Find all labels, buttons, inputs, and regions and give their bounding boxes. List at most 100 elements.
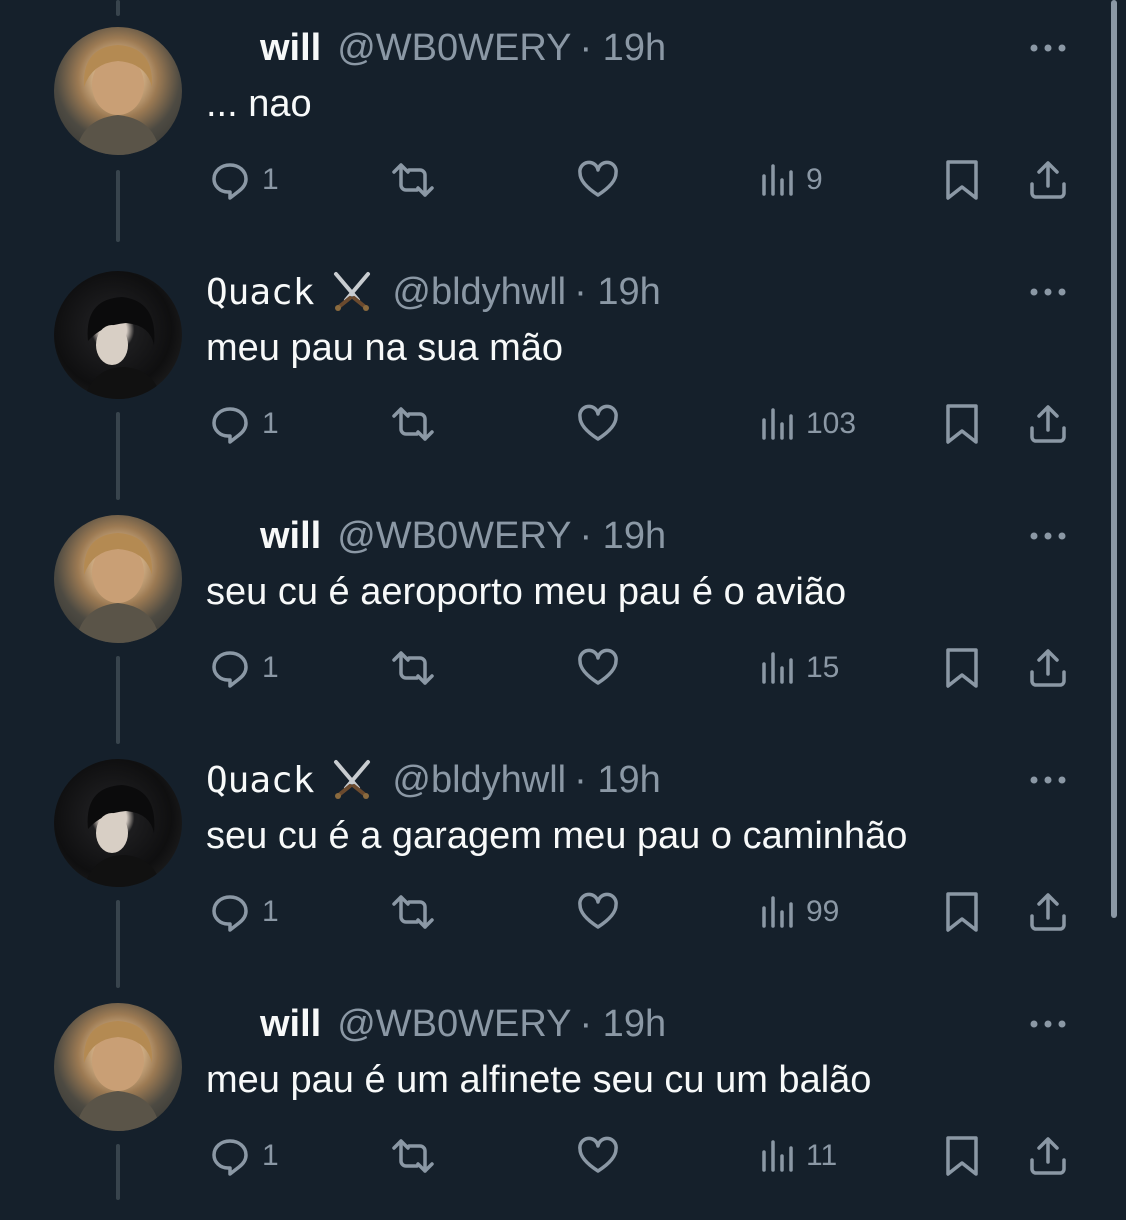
reply-count: 1 xyxy=(262,407,279,440)
like-button[interactable] xyxy=(574,638,622,698)
tweet[interactable]: will @WB0WERY · 19h meu pau é um alfinet… xyxy=(0,976,1100,1220)
bookmark-button[interactable] xyxy=(940,638,984,698)
repost-button[interactable] xyxy=(388,1126,438,1186)
user-handle[interactable]: @WB0WERY xyxy=(337,1003,571,1046)
repost-button[interactable] xyxy=(388,638,438,698)
more-options-icon[interactable] xyxy=(1028,526,1068,546)
reply-button[interactable]: 1 xyxy=(206,1126,279,1186)
tweet[interactable]: Quack @bldyhwll · 19h seu cu é a garagem… xyxy=(0,732,1100,976)
user-avatar[interactable] xyxy=(54,271,182,399)
share-icon xyxy=(1030,161,1066,199)
reply-count: 1 xyxy=(262,163,279,196)
share-icon xyxy=(1030,405,1066,443)
scrollbar[interactable] xyxy=(1111,0,1117,918)
tweet-actions: 1 99 xyxy=(0,882,1100,942)
reply-count: 1 xyxy=(262,895,279,928)
like-button[interactable] xyxy=(574,1126,622,1186)
bookmark-button[interactable] xyxy=(940,1126,984,1186)
reply-button[interactable]: 1 xyxy=(206,150,279,210)
bookmark-button[interactable] xyxy=(940,882,984,942)
user-avatar[interactable] xyxy=(54,1003,182,1131)
tweet-actions: 1 9 xyxy=(0,150,1100,210)
timestamp[interactable]: · 19h xyxy=(574,759,661,802)
crossed-swords-icon xyxy=(334,272,371,311)
tweet-actions: 1 15 xyxy=(0,638,1100,698)
analytics-icon xyxy=(762,1140,793,1172)
reply-button[interactable]: 1 xyxy=(206,394,279,454)
views-button[interactable]: 99 xyxy=(758,882,839,942)
view-count: 103 xyxy=(806,407,857,440)
user-avatar[interactable] xyxy=(54,27,182,155)
bookmark-icon xyxy=(946,1136,978,1176)
display-name[interactable]: Quack xyxy=(206,760,314,801)
repost-button[interactable] xyxy=(388,882,438,942)
more-options-icon[interactable] xyxy=(1028,1014,1068,1034)
bookmark-button[interactable] xyxy=(940,150,984,210)
user-handle[interactable]: @bldyhwll xyxy=(392,271,566,314)
heart-icon xyxy=(578,648,618,685)
reply-icon xyxy=(212,651,248,688)
view-count: 15 xyxy=(806,651,840,684)
bookmark-icon xyxy=(946,892,978,932)
views-button[interactable]: 15 xyxy=(758,638,839,698)
share-icon xyxy=(1030,1137,1066,1175)
tweet-text: meu pau na sua mão xyxy=(206,327,564,369)
crossed-swords-icon xyxy=(334,760,371,799)
display-name[interactable]: Quack xyxy=(206,272,314,313)
display-name[interactable]: will xyxy=(260,515,321,558)
share-button[interactable] xyxy=(1024,394,1072,454)
timestamp[interactable]: · 19h xyxy=(579,515,666,558)
repost-icon xyxy=(392,895,434,929)
repost-icon xyxy=(392,651,434,685)
share-icon xyxy=(1030,893,1066,931)
repost-button[interactable] xyxy=(388,150,438,210)
reply-button[interactable]: 1 xyxy=(206,882,279,942)
user-handle[interactable]: @WB0WERY xyxy=(337,27,571,70)
more-options-icon[interactable] xyxy=(1028,38,1068,58)
bookmark-icon xyxy=(946,648,978,688)
timestamp[interactable]: · 19h xyxy=(579,27,666,70)
analytics-icon xyxy=(762,652,793,684)
user-avatar[interactable] xyxy=(54,515,182,643)
user-avatar[interactable] xyxy=(54,759,182,887)
view-count: 11 xyxy=(806,1139,838,1172)
share-button[interactable] xyxy=(1024,150,1072,210)
tweet[interactable]: will @WB0WERY · 19h seu cu é aeroporto m… xyxy=(0,488,1100,732)
more-options-icon[interactable] xyxy=(1028,770,1068,790)
bookmark-icon xyxy=(946,404,978,444)
like-button[interactable] xyxy=(574,394,622,454)
user-handle[interactable]: @bldyhwll xyxy=(392,759,566,802)
view-count: 9 xyxy=(806,163,823,196)
analytics-icon xyxy=(762,164,793,196)
display-name[interactable]: will xyxy=(260,27,321,70)
share-button[interactable] xyxy=(1024,882,1072,942)
bookmark-button[interactable] xyxy=(940,394,984,454)
like-button[interactable] xyxy=(574,882,622,942)
timestamp[interactable]: · 19h xyxy=(574,271,661,314)
heart-icon xyxy=(578,404,618,441)
tweet[interactable]: will @WB0WERY · 19h ... nao 1 9 xyxy=(0,0,1100,244)
reply-icon xyxy=(212,163,248,200)
more-options-icon[interactable] xyxy=(1028,282,1068,302)
heart-icon xyxy=(578,892,618,929)
tweet[interactable]: Quack @bldyhwll · 19h meu pau na sua mão… xyxy=(0,244,1100,488)
heart-icon xyxy=(578,160,618,197)
views-button[interactable]: 11 xyxy=(758,1126,837,1186)
repost-button[interactable] xyxy=(388,394,438,454)
repost-icon xyxy=(392,163,434,197)
like-button[interactable] xyxy=(574,150,622,210)
heart-icon xyxy=(578,1136,618,1173)
user-handle[interactable]: @WB0WERY xyxy=(337,515,571,558)
analytics-icon xyxy=(762,896,793,928)
reply-button[interactable]: 1 xyxy=(206,638,279,698)
share-button[interactable] xyxy=(1024,638,1072,698)
views-button[interactable]: 103 xyxy=(758,394,856,454)
view-count: 99 xyxy=(806,895,840,928)
views-button[interactable]: 9 xyxy=(758,150,823,210)
reply-count: 1 xyxy=(262,651,279,684)
timestamp[interactable]: · 19h xyxy=(579,1003,666,1046)
reply-icon xyxy=(212,1139,248,1176)
display-name[interactable]: will xyxy=(260,1003,321,1046)
tweet-text: seu cu é aeroporto meu pau é o avião xyxy=(206,571,847,613)
share-button[interactable] xyxy=(1024,1126,1072,1186)
